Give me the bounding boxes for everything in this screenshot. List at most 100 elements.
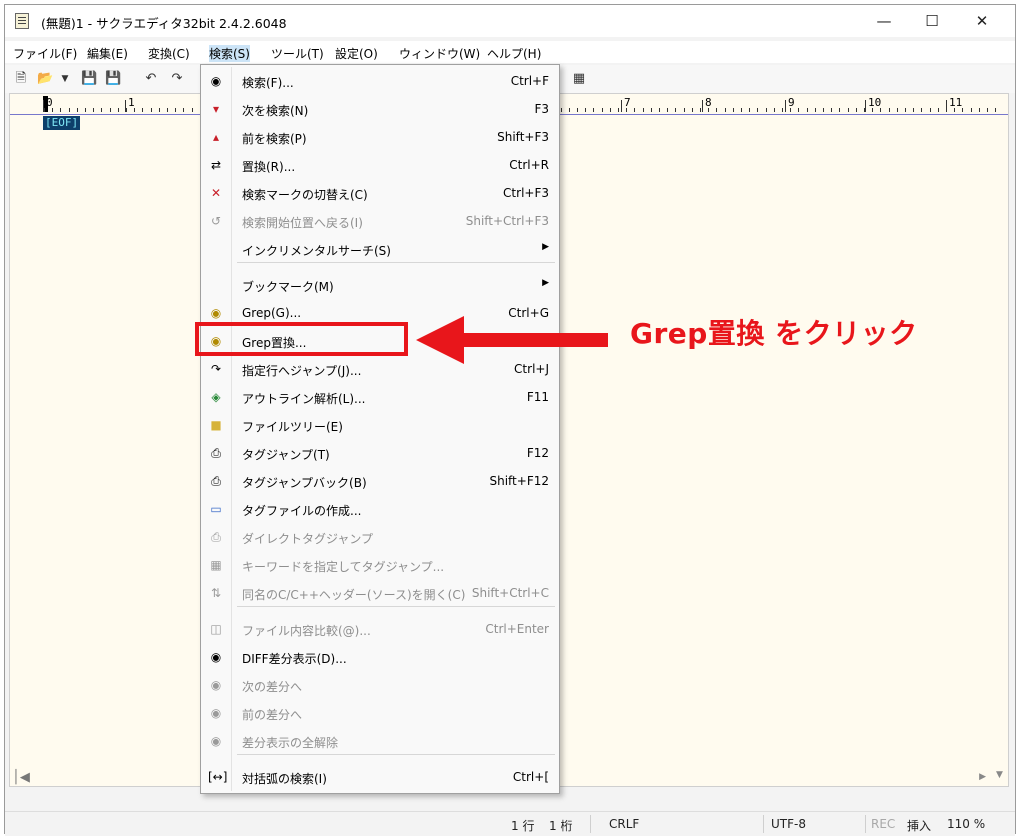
status-encoding[interactable]: UTF-8 [771, 817, 806, 831]
scroll-left-icon[interactable]: │◀ [12, 770, 30, 785]
find-next-icon: ▾ [212, 102, 220, 116]
menu-edit[interactable]: 編集(E) [87, 45, 128, 62]
menu-item[interactable]: [↔] 対括弧の検索(I) Ctrl+[ [201, 764, 559, 790]
minimize-button[interactable]: — [861, 9, 907, 33]
menu-item[interactable]: ◉ 差分表示の全解除 [201, 728, 559, 754]
ruler-number: 1 [128, 96, 135, 109]
menu-item-shortcut: Shift+F3 [497, 130, 549, 144]
menu-item[interactable]: ◈ アウトライン解析(L)... F11 [201, 384, 559, 410]
menu-item-shortcut: F12 [526, 446, 549, 460]
menu-item-label: キーワードを指定してタグジャンプ... [242, 560, 445, 574]
ruler-tick [774, 108, 775, 112]
menu-item[interactable]: ✕ 検索マークの切替え(C) Ctrl+F3 [201, 180, 559, 206]
search-menu-dropdown: ◉ 検索(F)... Ctrl+F ▾ 次を検索(N) F3 ▴ 前を検索(P) Shift+F… [200, 64, 560, 794]
ruler-tick [700, 108, 701, 112]
ruler-tick [741, 108, 742, 112]
menu-tools[interactable]: ツール(T) [271, 45, 324, 62]
menu-item[interactable]: ◉ 検索(F)... Ctrl+F [201, 68, 559, 94]
menu-item[interactable]: ▴ 前を検索(P) Shift+F3 [201, 124, 559, 150]
menu-item-label: 指定行へジャンプ(J)... [242, 364, 362, 378]
menu-item[interactable]: ◫ ファイル内容比較(@)... Ctrl+Enter [201, 616, 559, 642]
ruler-major-tick [946, 100, 947, 112]
redo-icon[interactable]: ↷ [169, 71, 185, 87]
save-icon[interactable]: 💾 [81, 71, 97, 87]
menu-item[interactable]: ■ ファイルツリー(E) [201, 412, 559, 438]
status-bar: 1 行 1 桁 CRLF UTF-8 REC 挿入 110 % [5, 811, 1015, 836]
menu-item[interactable]: ブックマーク(M) ▶ [201, 272, 559, 298]
title-bar: (無題)1 - サクラエディタ32bit 2.4.2.6048 — ☐ ✕ [5, 5, 1015, 37]
menu-item[interactable]: インクリメンタルサーチ(S) ▶ [201, 236, 559, 262]
ruler-tick [831, 108, 832, 112]
keyword-tag-icon: ▦ [210, 558, 222, 572]
ruler-tick [167, 108, 168, 112]
status-column: 1 桁 [549, 819, 573, 833]
ruler-tick [725, 108, 726, 112]
ruler-tick [921, 108, 922, 112]
tag-jump-back-icon: ⎙ [211, 474, 221, 488]
close-button[interactable]: ✕ [959, 9, 1005, 33]
ruler-number: 11 [949, 96, 963, 109]
menu-settings[interactable]: 設定(O) [335, 45, 378, 62]
ruler-tick [889, 108, 890, 112]
menu-item-shortcut: Ctrl+Enter [485, 622, 549, 636]
menu-item[interactable]: ▦ キーワードを指定してタグジャンプ... [201, 552, 559, 578]
undo-icon[interactable]: ↶ [143, 71, 159, 87]
eof-marker: [EOF] [43, 116, 81, 130]
menu-item[interactable]: ↺ 検索開始位置へ戻る(I) Shift+Ctrl+F3 [201, 208, 559, 234]
menu-item[interactable]: ⇄ 置換(R)... Ctrl+R [201, 152, 559, 178]
settings-icon[interactable]: ▦ [571, 71, 587, 87]
return-icon: ↺ [210, 214, 222, 228]
ruler-tick [905, 108, 906, 112]
menu-item-label: 同名のC/C++ヘッダー(ソース)を開く(C) [242, 588, 466, 602]
vertical-scrollbar[interactable]: ▼ [992, 114, 1008, 786]
bracket-icon: [↔] [208, 770, 228, 784]
menu-bar: ファイル(F) 編集(E) 変換(C) 検索(S) ツール(T) 設定(O) ウ… [5, 41, 1015, 63]
menu-item[interactable]: ◉ DIFF差分表示(D)... [201, 644, 559, 670]
open-dropdown-icon[interactable]: ▼ [57, 71, 73, 87]
ruler-tick [101, 108, 102, 112]
folder-icon: ■ [210, 418, 222, 432]
ruler-tick [85, 108, 86, 112]
menu-item[interactable]: ⇅ 同名のC/C++ヘッダー(ソース)を開く(C) Shift+Ctrl+C [201, 580, 559, 606]
status-mode[interactable]: 挿入 [907, 817, 931, 834]
new-file-icon[interactable]: 🗎 [13, 71, 29, 87]
menu-item-shortcut: Ctrl+F [510, 74, 549, 88]
menu-window[interactable]: ウィンドウ(W) [399, 45, 480, 62]
status-eol[interactable]: CRLF [609, 817, 639, 831]
ruler-tick [569, 108, 570, 112]
menu-item[interactable]: ▭ タグファイルの作成... [201, 496, 559, 522]
ruler-tick [749, 108, 750, 112]
menu-separator [237, 606, 555, 607]
direct-tag-icon: ⎙ [211, 530, 221, 544]
tag-jump-icon: ⎙ [211, 446, 221, 460]
menu-item[interactable]: ⎙ タグジャンプバック(B) Shift+F12 [201, 468, 559, 494]
menu-item[interactable]: ⎙ ダイレクトタグジャンプ [201, 524, 559, 550]
maximize-button[interactable]: ☐ [909, 9, 955, 33]
ruler-tick [733, 108, 734, 112]
ruler-tick [159, 108, 160, 112]
menu-item[interactable]: ◉ 次の差分へ [201, 672, 559, 698]
save-all-icon[interactable]: 💾 [105, 71, 121, 87]
menu-item[interactable]: ⎙ タグジャンプ(T) F12 [201, 440, 559, 466]
open-file-icon[interactable]: 📂 [37, 71, 53, 87]
menu-item[interactable]: ▾ 次を検索(N) F3 [201, 96, 559, 122]
ruler-tick [602, 108, 603, 112]
ruler-tick [192, 108, 193, 112]
menu-search[interactable]: 検索(S) [209, 45, 250, 62]
ruler-tick [766, 108, 767, 112]
menu-item-label: ブックマーク(M) [242, 280, 334, 294]
ruler-tick [93, 108, 94, 112]
ruler-tick [782, 108, 783, 112]
ruler-number: 7 [624, 96, 631, 109]
menu-convert[interactable]: 変換(C) [148, 45, 190, 62]
menu-help[interactable]: ヘルプ(H) [487, 45, 541, 62]
header-icon: ⇅ [210, 586, 222, 600]
ruler-tick [667, 108, 668, 112]
menu-item[interactable]: ◉ 前の差分へ [201, 700, 559, 726]
ruler-tick [995, 108, 996, 112]
menu-item-label: ファイルツリー(E) [242, 420, 343, 434]
menu-item-shortcut: Shift+F12 [489, 474, 549, 488]
scroll-right-icon[interactable]: ▶ [979, 772, 986, 782]
menu-file[interactable]: ファイル(F) [13, 45, 77, 62]
ruler-number: 0 [46, 96, 53, 109]
